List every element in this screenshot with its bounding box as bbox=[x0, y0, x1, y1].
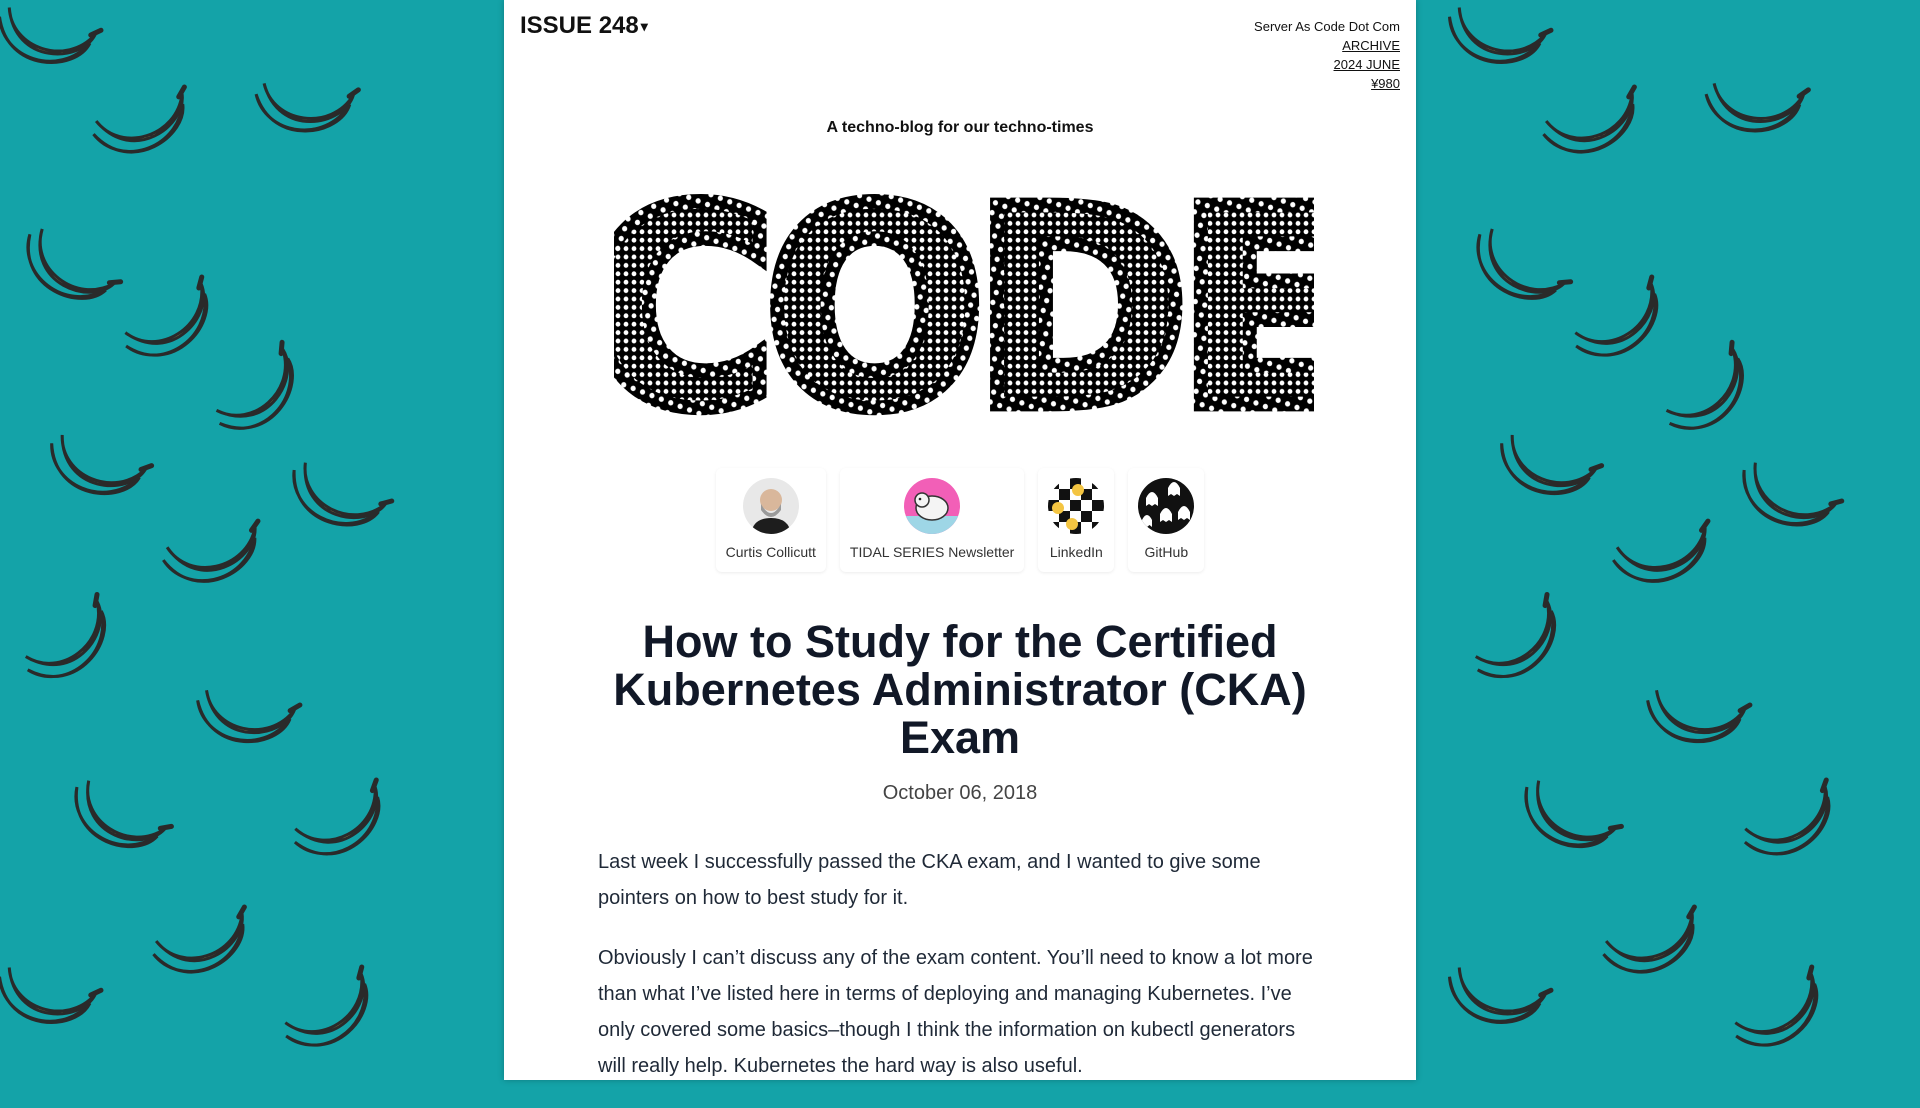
ghost-pattern-icon bbox=[1138, 478, 1195, 534]
header-meta: Server As Code Dot Com ARCHIVE 2024 JUNE… bbox=[1254, 17, 1400, 93]
code-logo: CODE bbox=[614, 152, 1314, 442]
link-author-label: Curtis Collicutt bbox=[725, 544, 816, 560]
author-avatar bbox=[742, 478, 799, 534]
caret-down-icon: ▾ bbox=[640, 18, 648, 35]
site-name: Server As Code Dot Com bbox=[1254, 19, 1400, 34]
article-date: October 06, 2018 bbox=[882, 782, 1038, 804]
date-link[interactable]: 2024 JUNE bbox=[1254, 55, 1400, 74]
article-paragraph: Last week I successfully passed the CKA … bbox=[598, 851, 1261, 909]
article-body: Last week I successfully passed the CKA … bbox=[598, 844, 1320, 1108]
issue-dropdown[interactable]: ISSUE 248 ▾ bbox=[520, 12, 648, 40]
price-link[interactable]: ¥980 bbox=[1254, 74, 1400, 93]
link-github-label: GitHub bbox=[1144, 544, 1189, 560]
link-github[interactable]: GitHub bbox=[1128, 468, 1204, 572]
polar-bear-avatar bbox=[904, 478, 961, 534]
newsletter-page: ISSUE 248 ▾ Server As Code Dot Com ARCHIV… bbox=[504, 0, 1416, 1080]
article-paragraph: Obviously I can’t discuss any of the exa… bbox=[598, 947, 1313, 1077]
archive-link[interactable]: ARCHIVE bbox=[1254, 36, 1400, 55]
article-title: How to Study for the Certified Kubernete… bbox=[613, 616, 1307, 763]
link-author[interactable]: Curtis Collicutt bbox=[716, 468, 826, 572]
link-linkedin-label: LinkedIn bbox=[1049, 544, 1103, 560]
logo-text: CODE bbox=[614, 152, 1314, 442]
issue-label: ISSUE 248 bbox=[520, 12, 639, 39]
link-tidal-series[interactable]: TIDAL SERIES Newsletter bbox=[840, 468, 1024, 572]
checker-smiley-icon bbox=[1048, 478, 1105, 534]
link-linkedin[interactable]: LinkedIn bbox=[1038, 468, 1114, 572]
social-links: Curtis Collicutt TIDAL SERIES Newsletter bbox=[504, 468, 1416, 572]
link-tidal-label: TIDAL SERIES Newsletter bbox=[849, 544, 1015, 560]
tagline: A techno-blog for our techno-times bbox=[826, 119, 1094, 136]
